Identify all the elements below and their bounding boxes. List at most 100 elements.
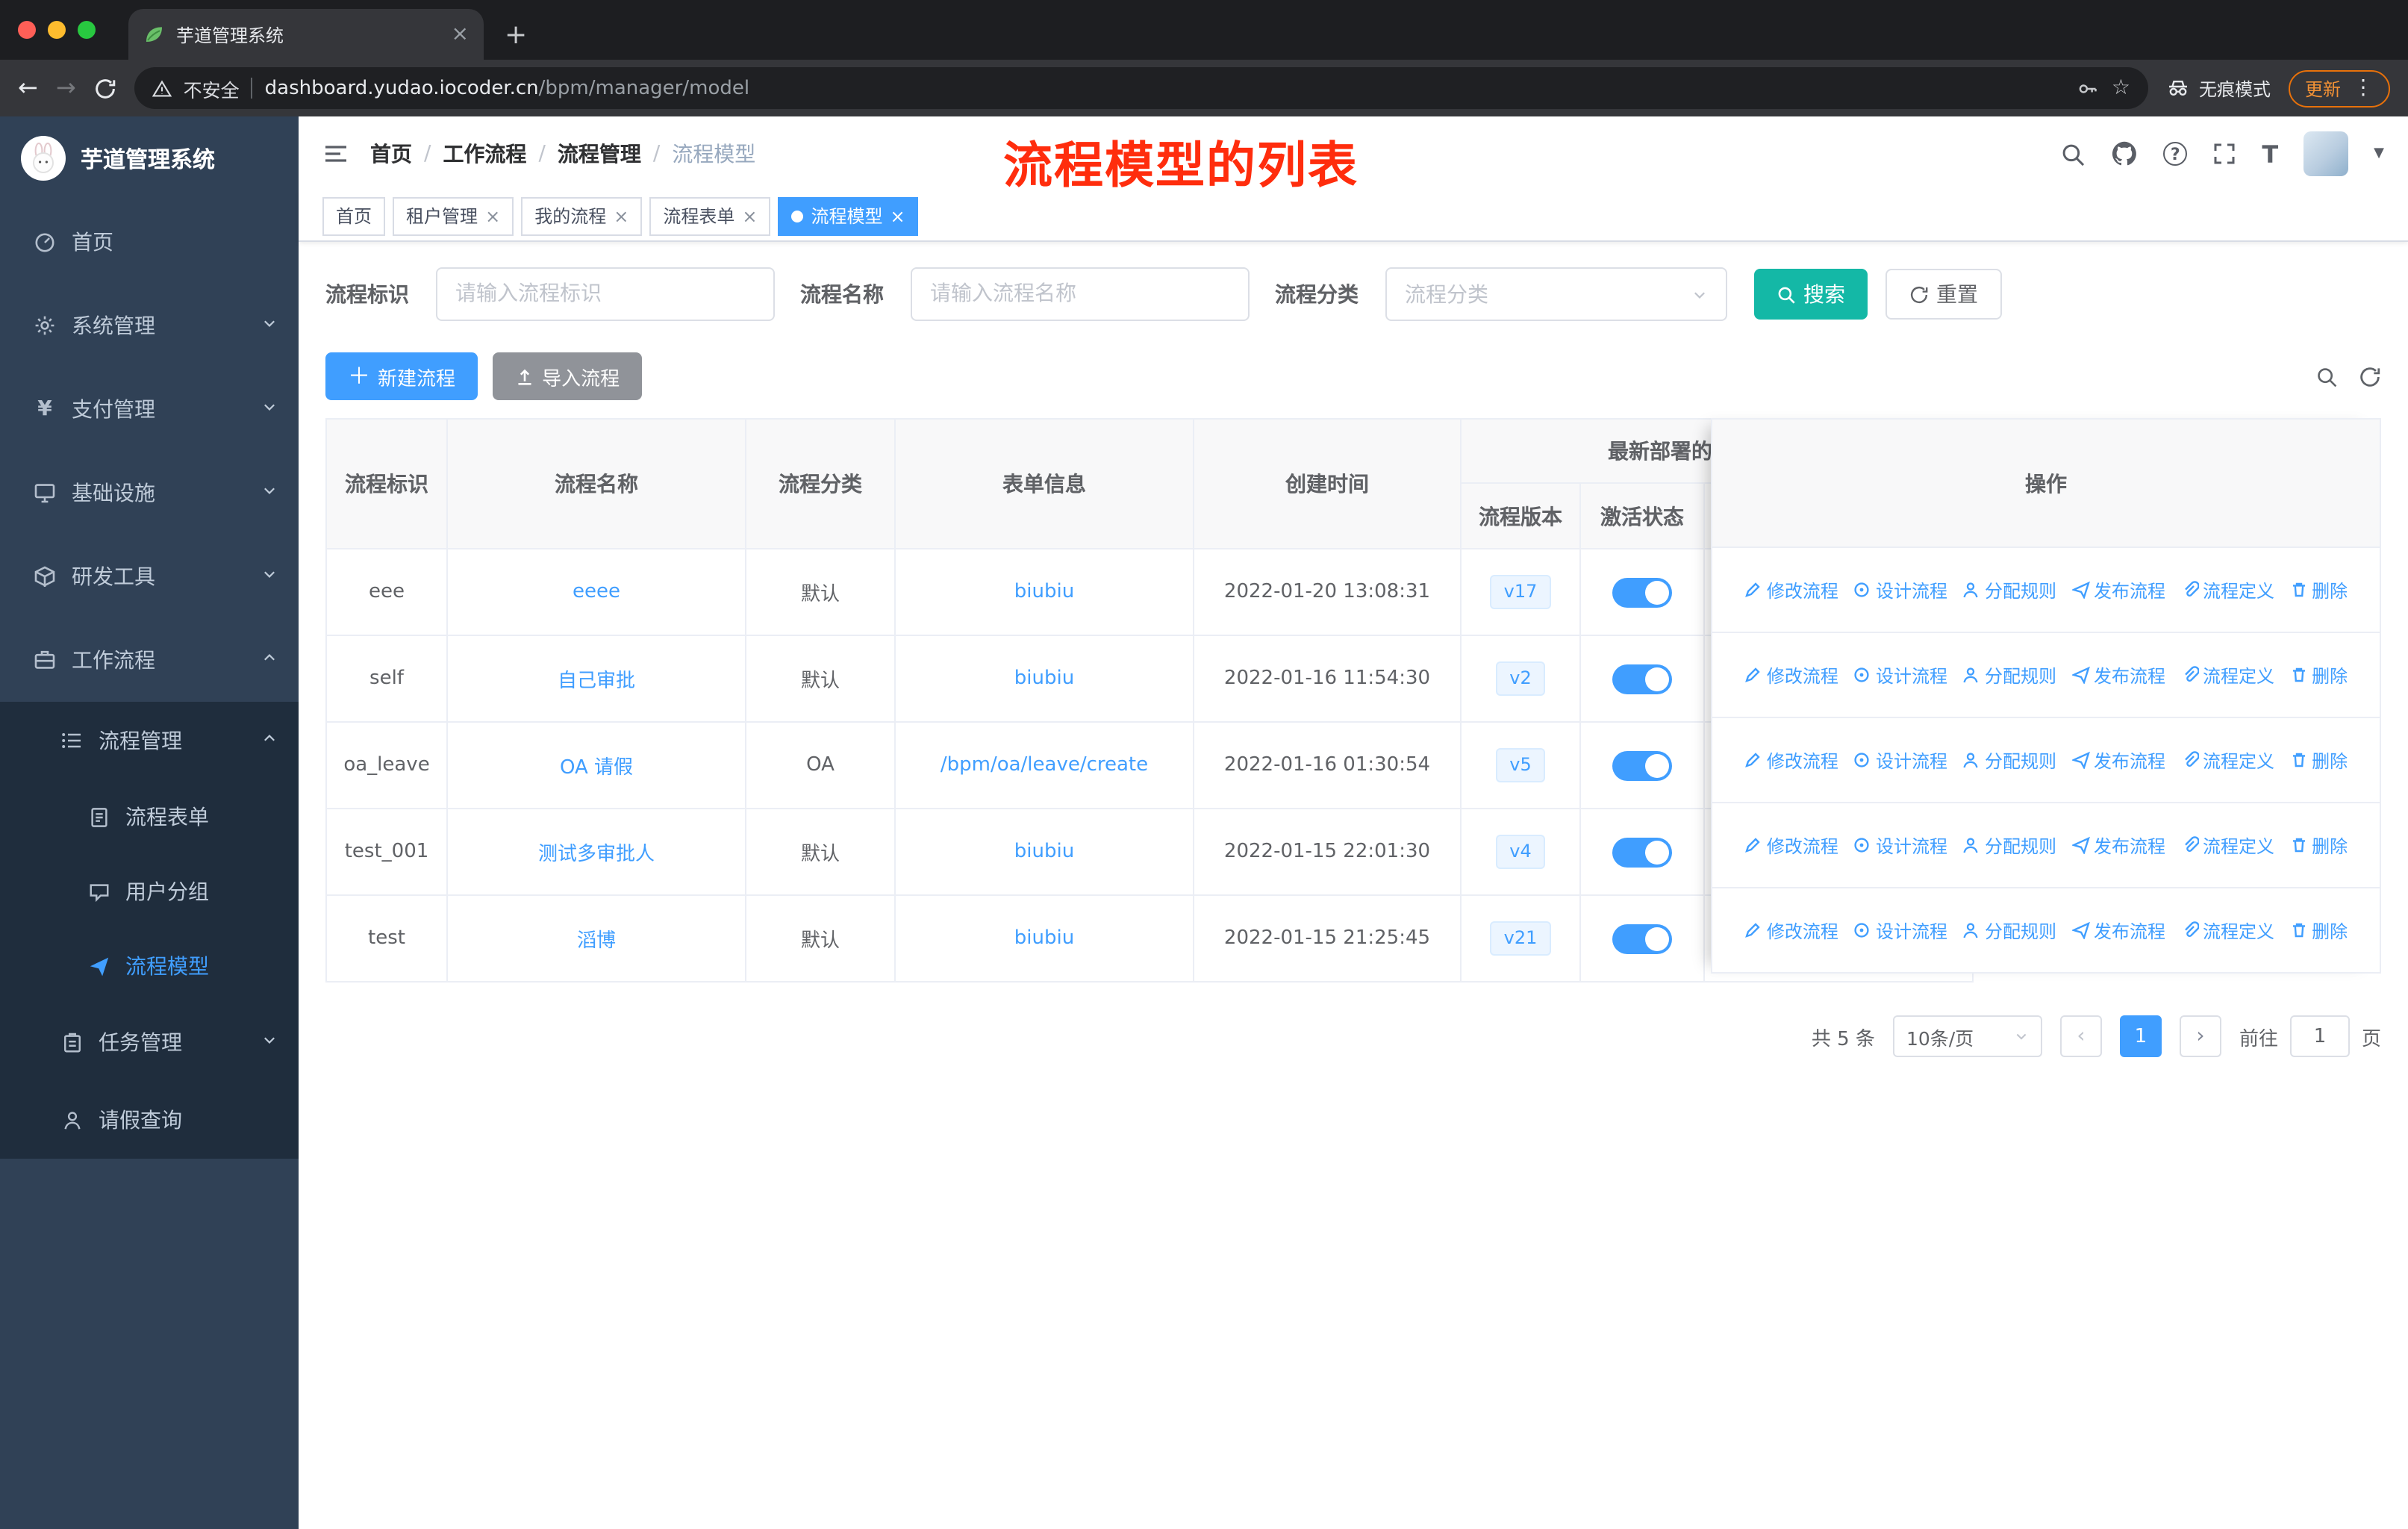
refresh-table-icon[interactable] (2359, 365, 2381, 387)
sidebar-item-leave-query[interactable]: 请假查询 (0, 1081, 299, 1159)
definition-action[interactable]: 流程定义 (2180, 747, 2274, 773)
edit-action[interactable]: 修改流程 (1744, 832, 1838, 858)
toggle-search-icon[interactable] (2315, 365, 2338, 387)
new-tab-button[interactable]: + (505, 22, 527, 49)
url-text[interactable]: dashboard.yudao.iocoder.cn/bpm/manager/m… (265, 77, 2065, 99)
tag-item[interactable]: 租户管理 × (393, 196, 514, 235)
form-link[interactable]: biubiu (1014, 841, 1074, 863)
definition-action[interactable]: 流程定义 (2180, 918, 2274, 943)
assign-action[interactable]: 分配规则 (1962, 577, 2056, 602)
design-action[interactable]: 设计流程 (1853, 747, 1947, 773)
browser-menu-icon[interactable]: ⋮ (2353, 76, 2374, 100)
definition-action[interactable]: 流程定义 (2180, 577, 2274, 602)
publish-action[interactable]: 发布流程 (2071, 662, 2165, 688)
edit-action[interactable]: 修改流程 (1744, 747, 1838, 773)
tag-active[interactable]: 流程模型 × (778, 196, 919, 235)
update-chip[interactable]: 更新 ⋮ (2288, 69, 2390, 107)
design-action[interactable]: 设计流程 (1853, 832, 1947, 858)
close-window-button[interactable] (18, 21, 36, 39)
delete-action[interactable]: 删除 (2289, 832, 2348, 858)
name-link[interactable]: 自己审批 (558, 664, 635, 693)
category-select[interactable]: 流程分类 (1385, 267, 1727, 321)
fullscreen-icon[interactable] (2212, 142, 2236, 166)
assign-action[interactable]: 分配规则 (1962, 832, 2056, 858)
edit-action[interactable]: 修改流程 (1744, 918, 1838, 943)
tag-close-icon[interactable]: × (742, 205, 757, 226)
active-toggle[interactable] (1612, 924, 1672, 953)
font-size-icon[interactable]: T (2262, 140, 2278, 168)
name-link[interactable]: 滔博 (577, 924, 616, 953)
sidebar-item-task-mgmt[interactable]: 任务管理 (0, 1003, 299, 1081)
tab-close-icon[interactable]: × (452, 22, 469, 46)
design-action[interactable]: 设计流程 (1853, 662, 1947, 688)
tag-item[interactable]: 流程表单 × (649, 196, 771, 235)
sidebar-item-home[interactable]: 首页 (0, 200, 299, 284)
process-id-input[interactable] (436, 267, 775, 321)
definition-action[interactable]: 流程定义 (2180, 832, 2274, 858)
sidebar-item-process-mgmt[interactable]: 流程管理 (0, 702, 299, 779)
sidebar-item-process-form[interactable]: 流程表单 (0, 779, 299, 854)
prev-page-button[interactable]: ‹ (2059, 1015, 2102, 1057)
sidebar-item-devtools[interactable]: 研发工具 (0, 535, 299, 618)
breadcrumb-item[interactable]: 工作流程 (443, 139, 526, 169)
help-icon[interactable]: ? (2163, 142, 2188, 166)
goto-page-input[interactable] (2289, 1015, 2350, 1057)
url-bar[interactable]: 不安全 dashboard.yudao.iocoder.cn/bpm/manag… (134, 67, 2148, 109)
back-button[interactable]: ← (18, 75, 38, 100)
page-size-select[interactable]: 10条/页 (1892, 1015, 2042, 1057)
definition-action[interactable]: 流程定义 (2180, 662, 2274, 688)
delete-action[interactable]: 删除 (2289, 918, 2348, 943)
delete-action[interactable]: 删除 (2289, 747, 2348, 773)
sidebar-item-process-model[interactable]: 流程模型 (0, 929, 299, 1003)
form-link[interactable]: biubiu (1014, 581, 1074, 603)
hamburger-icon[interactable] (322, 140, 349, 167)
github-icon[interactable] (2111, 140, 2138, 167)
edit-action[interactable]: 修改流程 (1744, 577, 1838, 602)
form-link[interactable]: biubiu (1014, 667, 1074, 690)
publish-action[interactable]: 发布流程 (2071, 747, 2165, 773)
form-link[interactable]: /bpm/oa/leave/create (941, 754, 1148, 776)
reload-button[interactable] (94, 77, 116, 99)
sidebar-item-payment[interactable]: ¥ 支付管理 (0, 367, 299, 451)
search-button[interactable]: 搜索 (1754, 269, 1868, 320)
create-process-button[interactable]: ＋ 新建流程 (325, 352, 478, 400)
active-toggle[interactable] (1612, 577, 1672, 607)
reset-button[interactable]: 重置 (1885, 269, 2002, 320)
sidebar-item-system[interactable]: 系统管理 (0, 284, 299, 367)
browser-tab[interactable]: 芋道管理系统 × (128, 9, 484, 60)
page-1-button[interactable]: 1 (2119, 1015, 2162, 1057)
name-link[interactable]: OA 请假 (560, 751, 633, 779)
form-link[interactable]: biubiu (1014, 927, 1074, 950)
name-link[interactable]: 测试多审批人 (538, 838, 655, 866)
publish-action[interactable]: 发布流程 (2071, 918, 2165, 943)
search-icon[interactable] (2060, 141, 2086, 166)
avatar[interactable] (2303, 131, 2349, 176)
publish-action[interactable]: 发布流程 (2071, 577, 2165, 602)
publish-action[interactable]: 发布流程 (2071, 832, 2165, 858)
security-label[interactable]: 不安全 (184, 74, 240, 102)
name-link[interactable]: eeee (573, 581, 620, 603)
import-process-button[interactable]: 导入流程 (493, 352, 643, 400)
active-toggle[interactable] (1612, 664, 1672, 694)
key-icon[interactable] (2077, 77, 2100, 99)
design-action[interactable]: 设计流程 (1853, 577, 1947, 602)
assign-action[interactable]: 分配规则 (1962, 918, 2056, 943)
assign-action[interactable]: 分配规则 (1962, 662, 2056, 688)
zoom-window-button[interactable] (78, 21, 96, 39)
forward-button[interactable]: → (56, 75, 76, 100)
tag-item[interactable]: 我的流程 × (521, 196, 643, 235)
delete-action[interactable]: 删除 (2289, 662, 2348, 688)
breadcrumb-item[interactable]: 流程管理 (558, 139, 641, 169)
edit-action[interactable]: 修改流程 (1744, 662, 1838, 688)
tag-close-icon[interactable]: × (485, 205, 500, 226)
process-name-input[interactable] (911, 267, 1250, 321)
assign-action[interactable]: 分配规则 (1962, 747, 2056, 773)
active-toggle[interactable] (1612, 750, 1672, 780)
breadcrumb-item[interactable]: 首页 (370, 139, 412, 169)
tag-close-icon[interactable]: × (890, 205, 905, 226)
sidebar-item-user-group[interactable]: 用户分组 (0, 854, 299, 929)
design-action[interactable]: 设计流程 (1853, 918, 1947, 943)
next-page-button[interactable]: › (2179, 1015, 2221, 1057)
delete-action[interactable]: 删除 (2289, 577, 2348, 602)
tag-item[interactable]: 首页 (322, 196, 386, 235)
